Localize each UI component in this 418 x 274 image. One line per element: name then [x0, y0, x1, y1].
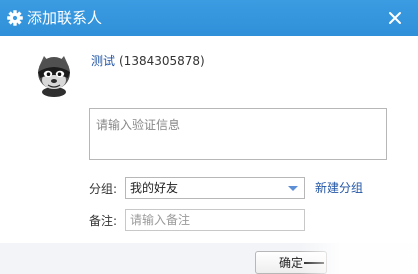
remark-label: 备注: [89, 214, 118, 228]
remark-placeholder: 请输入备注 [130, 213, 191, 227]
remark-field[interactable]: 请输入备注 [125, 209, 305, 231]
gear-icon [7, 10, 23, 26]
chevron-down-icon [288, 186, 298, 191]
confirm-label: 确定 [279, 256, 304, 270]
dialog-footer [0, 243, 418, 274]
window-title: 添加联系人 [27, 9, 103, 27]
verification-message-field[interactable]: 请输入验证信息 [89, 108, 387, 160]
raccoon-avatar [30, 50, 78, 98]
close-icon[interactable] [388, 11, 402, 25]
confirm-button[interactable]: 确定 [255, 251, 327, 274]
group-label: 分组: [89, 182, 118, 196]
contact-qq-number: (1384305878) [119, 54, 205, 68]
group-select[interactable]: 我的好友 [125, 177, 305, 199]
new-group-link[interactable]: 新建分组 [315, 180, 363, 196]
contact-nickname-link[interactable]: 测试 [91, 53, 115, 69]
group-selected-value: 我的好友 [130, 181, 179, 195]
title-bar: 添加联系人 [0, 0, 418, 36]
button-focus-mark [304, 262, 324, 264]
verification-message-text: 请输入验证信息 [96, 118, 181, 132]
add-contact-window: 添加联系人 测试 (1384305878) 请输入验证信息 分组: 我的好友 新… [0, 0, 418, 274]
